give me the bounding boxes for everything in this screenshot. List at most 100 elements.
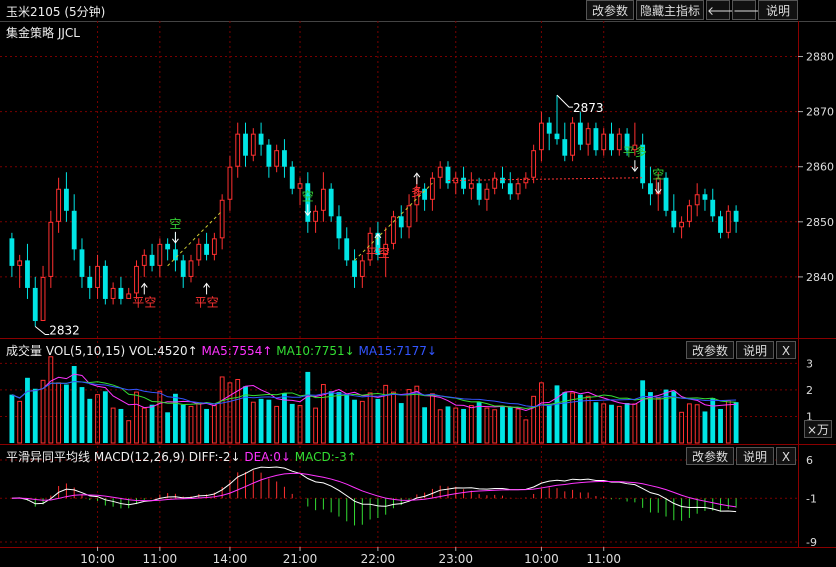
volume-bar-down: [546, 403, 552, 443]
macd-help-button[interactable]: 说明: [736, 447, 774, 465]
macd-area: [11, 466, 737, 526]
candle-body-down: [63, 188, 69, 211]
volume-help-button[interactable]: 说明: [736, 341, 774, 359]
signal-label: 平多: [623, 145, 647, 159]
volume-ma10-text: MA10:7751↓: [276, 344, 355, 358]
candle-body-down: [718, 216, 723, 233]
volume-ma15-text: MA15:7177↓: [358, 344, 437, 358]
candle-body-down: [328, 188, 334, 217]
time-axis-label: 21:00: [283, 552, 318, 566]
candle-body-up: [110, 287, 116, 299]
signal-label: 平空: [195, 295, 219, 309]
volume-bar-up: [141, 407, 147, 444]
signal-label: 空: [302, 189, 314, 203]
volume-bar-up: [110, 407, 116, 444]
volume-bar-up: [313, 407, 319, 444]
candle-body-down: [102, 265, 108, 299]
volume-axis-label: 3: [806, 357, 813, 370]
volume-bar-down: [71, 366, 77, 443]
volume-bar-down: [289, 403, 295, 443]
time-axis-label: 10:00: [80, 552, 115, 566]
volume-close-button[interactable]: X: [776, 341, 796, 359]
volume-bar-up: [56, 382, 62, 444]
volume-bar-up: [126, 420, 132, 444]
signal-label: 多: [411, 185, 423, 199]
candle-body-up: [95, 265, 100, 288]
candle-body-down: [149, 254, 155, 266]
candle-body-up: [235, 133, 241, 167]
candle-body-down: [562, 139, 568, 156]
candle-body-down: [648, 183, 653, 195]
high-price-label: 2873: [573, 101, 604, 115]
price-axis-label: 2840: [806, 271, 834, 284]
candle-body-up: [406, 205, 412, 228]
candle-body-down: [180, 260, 186, 277]
candle-body-up: [297, 183, 303, 189]
volume-bar-down: [63, 384, 69, 443]
volume-bar-up: [686, 403, 692, 444]
price-axis-label: 2880: [806, 51, 834, 64]
candle-body-down: [609, 133, 614, 151]
candle-body-down: [554, 133, 560, 140]
volume-bar-up: [359, 400, 365, 444]
volume-bar-up: [437, 409, 443, 444]
candle-body-up: [126, 293, 132, 299]
volume-bar-down: [173, 393, 178, 443]
candle-body-down: [422, 188, 428, 200]
volume-bar-down: [266, 399, 272, 443]
candle-body-up: [531, 150, 537, 178]
candle-body-up: [484, 188, 490, 200]
candle-body-up: [686, 205, 692, 222]
time-axis-label: 23:00: [438, 552, 473, 566]
candle-body-down: [663, 177, 669, 211]
macd-panel-header: 平滑异同平均线 MACD(12,26,9) DIFF:-2↓ DEA:0↓ MA…: [6, 448, 357, 465]
candle-body-up: [679, 221, 685, 228]
volume-bar-down: [461, 408, 466, 443]
volume-bar-up: [492, 409, 498, 444]
kline-chart[interactable]: 28732832空平空 平空空平空多平多空 2880287028602850284…: [0, 0, 836, 567]
signal-label: 空: [169, 217, 181, 231]
time-axis-label: 14:00: [213, 552, 248, 566]
volume-bar-up: [523, 419, 529, 444]
volume-bar-down: [593, 402, 599, 443]
macd-modify-params-button[interactable]: 改参数: [686, 447, 734, 465]
volume-bar-up: [484, 407, 490, 444]
volume-bar-up: [429, 393, 435, 444]
macd-close-button[interactable]: X: [776, 447, 796, 465]
candle-body-down: [87, 276, 93, 288]
candle-body-up: [56, 188, 62, 222]
grid-lines: [0, 21, 798, 547]
volume-bar-down: [648, 392, 653, 443]
volume-bar-up: [367, 392, 373, 444]
macd-axis-label: -9: [806, 536, 817, 549]
candle-body-down: [258, 133, 264, 145]
volume-unit-button[interactable]: ×万: [804, 420, 832, 438]
price-axis-label: 2850: [806, 216, 834, 229]
strategy-dashed-line: [447, 177, 643, 181]
volume-bar-up: [725, 400, 731, 444]
volume-modify-params-button[interactable]: 改参数: [686, 341, 734, 359]
volume-bar-down: [336, 392, 342, 443]
volume-bar-down: [398, 403, 404, 443]
volume-bar-up: [585, 395, 591, 444]
candle-body-down: [398, 216, 404, 228]
candle-body-down: [204, 243, 209, 255]
candle-body-down: [507, 183, 513, 195]
candle-body-up: [601, 133, 607, 151]
macd-axis-label: 6: [806, 454, 813, 467]
volume-vol-text: VOL(5,10,15) VOL:4520↑: [45, 344, 198, 358]
candle-body-up: [17, 260, 23, 266]
volume-bar-down: [258, 398, 264, 443]
volume-bar-down: [102, 391, 108, 443]
volume-title: 成交量: [6, 344, 43, 358]
time-axis-label: 10:00: [524, 552, 559, 566]
candle-body-down: [702, 194, 708, 200]
low-price-label: 2832: [49, 323, 80, 337]
volume-bar-down: [663, 389, 669, 443]
candle-body-up: [539, 122, 544, 151]
volume-bar-up: [134, 391, 139, 444]
volume-bar-down: [710, 397, 716, 443]
signal-label: 空: [652, 167, 664, 181]
candle-body-down: [476, 183, 482, 200]
time-axis-label: 11:00: [143, 552, 178, 566]
